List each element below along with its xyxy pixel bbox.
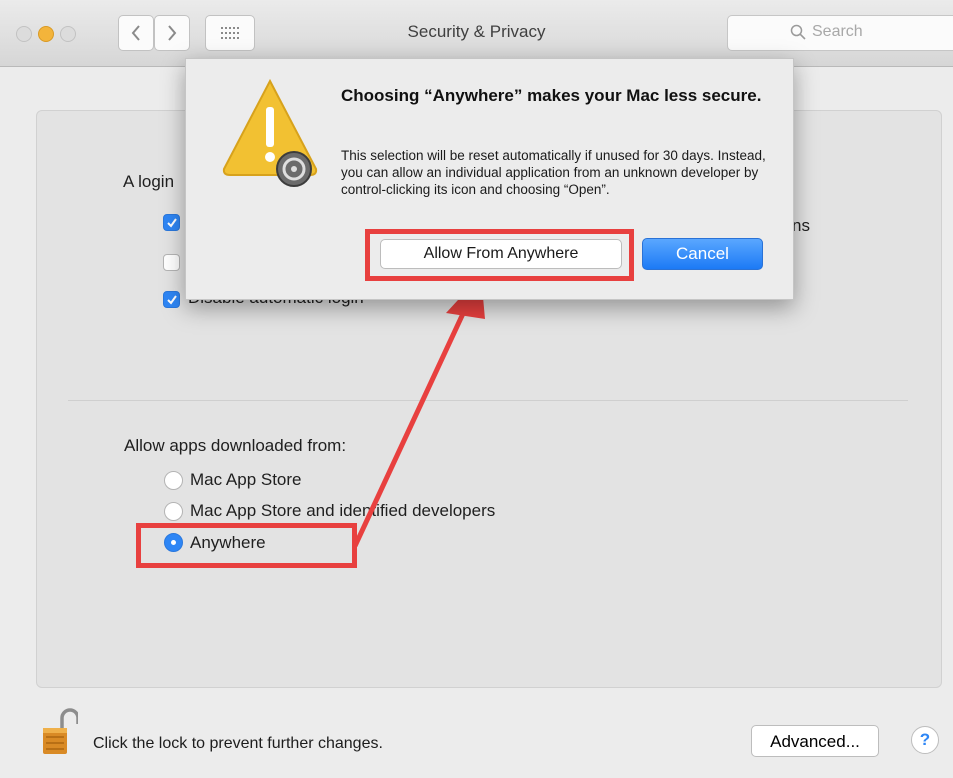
dialog-title: Choosing “Anywhere” makes your Mac less …	[341, 86, 762, 105]
warning-icon	[222, 78, 318, 187]
allow-button-highlight-box	[365, 229, 634, 281]
cancel-button[interactable]: Cancel	[642, 238, 763, 270]
dialog-message: This selection will be reset automatical…	[341, 148, 766, 197]
